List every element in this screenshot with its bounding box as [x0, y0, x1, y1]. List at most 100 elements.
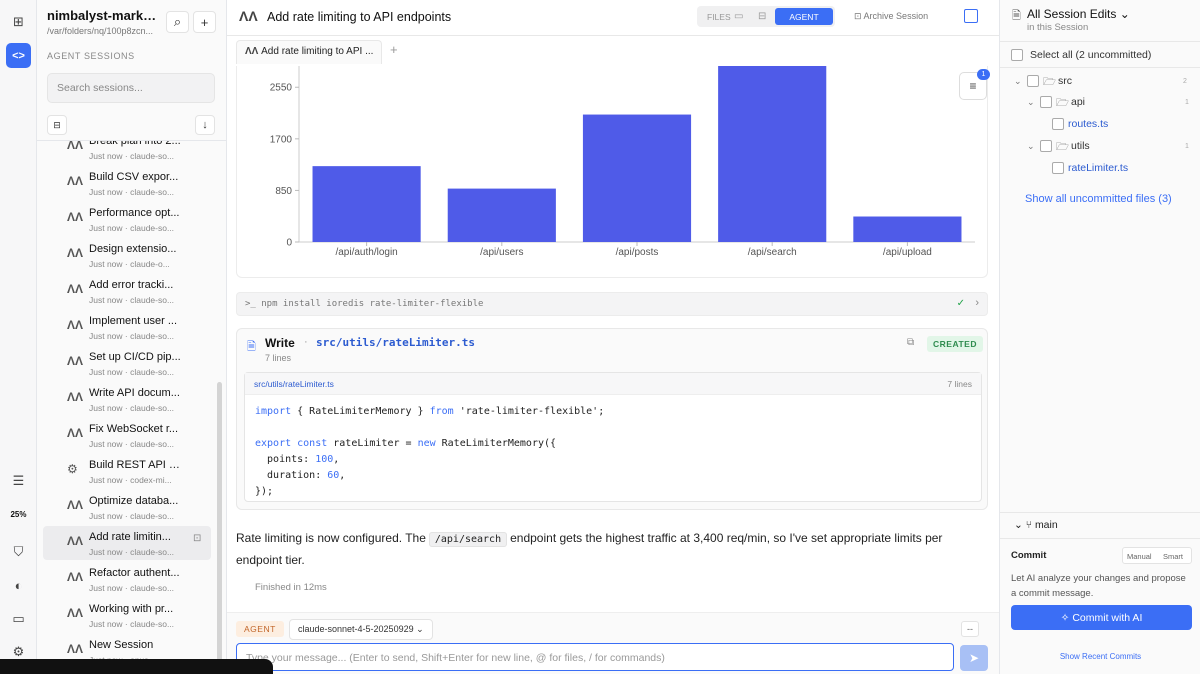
chevron-down-icon[interactable]: ⌄ — [1027, 97, 1035, 108]
session-meta: Just now · claude-so... — [89, 439, 175, 449]
mode-smart[interactable]: Smart — [1163, 552, 1183, 561]
show-all-files-link[interactable]: Show all uncommitted files (3) — [1025, 193, 1172, 205]
session-item[interactable]: ΛΛ Working with pr... Just now · claude-so… — [43, 598, 211, 632]
search-icon[interactable]: ⌕ — [166, 11, 189, 33]
tree-checkbox-ratelimiter[interactable] — [1052, 162, 1064, 174]
session-meta: Just now · claude-so... — [89, 151, 175, 161]
chart-list-button[interactable]: ≡ 1 — [959, 69, 990, 100]
bar[interactable] — [718, 35, 827, 242]
archive-icon: ⊡ — [854, 11, 864, 21]
workspace-title: nimbalyst-marketi... — [47, 8, 163, 23]
session-item[interactable]: ΛΛ Fix WebSocket r... Just now · claude-so… — [43, 418, 211, 452]
bar[interactable] — [312, 166, 421, 242]
claude-icon: ΛΛ — [67, 210, 84, 224]
session-item[interactable]: ΛΛ Refactor authent... Just now · claude-s… — [43, 562, 211, 596]
branch-toggle[interactable]: ⌄ ⑂ main — [1014, 519, 1058, 531]
select-all-checkbox[interactable] — [1011, 49, 1023, 61]
tree-item-src[interactable]: src — [1058, 75, 1072, 87]
feedback-icon[interactable]: ▭ — [6, 606, 31, 631]
commit-with-ai-button[interactable]: ✧ Commit with AI — [1011, 605, 1192, 630]
agent-logo-icon: ΛΛ — [245, 46, 262, 57]
tab-label: Add rate limiting to API ... — [261, 46, 374, 57]
chevron-right-icon[interactable]: › — [975, 297, 979, 309]
archive-session-button[interactable]: ⊡ Archive Session — [854, 11, 928, 22]
session-item[interactable]: ΛΛ Implement user ... Just now · claude-so… — [43, 310, 211, 344]
chevron-down-icon[interactable]: ⌄ — [1014, 76, 1022, 87]
tree-checkbox-api[interactable] — [1040, 96, 1052, 108]
tree-checkbox-routes[interactable] — [1052, 118, 1064, 130]
shield-icon[interactable]: ⛉ — [6, 539, 31, 564]
tree-item-utils[interactable]: utils — [1071, 140, 1090, 152]
sort-down-icon[interactable]: ↓ — [195, 115, 215, 135]
y-tick-label: 0 — [286, 238, 292, 249]
session-name: Build REST API t... — [89, 459, 181, 471]
tree-item-ratelimiter[interactable]: rateLimiter.ts — [1068, 162, 1128, 174]
tab-session[interactable]: ΛΛ Add rate limiting to API ... — [236, 40, 383, 64]
activity-rail: ⊞ <> ☰ 25% ⛉ ◐ ▭ ⚙ — [0, 0, 37, 674]
bar[interactable] — [582, 114, 692, 242]
commit-mode-toggle[interactable]: Manual Smart — [1122, 547, 1192, 564]
layout-bottom-icon[interactable]: ▭ — [730, 8, 747, 25]
mode-agent[interactable]: AGENT — [775, 8, 833, 25]
session-item[interactable]: ⚙ Build REST API t... Just now · codex-mi.… — [43, 454, 211, 488]
open-external-icon[interactable]: ⧉ — [907, 337, 914, 348]
session-item[interactable]: ΛΛ Add error tracki... Just now · claude-s… — [43, 274, 211, 308]
commit-button-label: Commit with AI — [1072, 611, 1143, 624]
usage-indicator[interactable]: 25% — [3, 510, 34, 519]
code-header-path: src/utils/rateLimiter.ts — [254, 379, 334, 389]
message-input[interactable]: Type your message... (Enter to send, Shi… — [236, 643, 954, 671]
show-recent-commits-link[interactable]: Show Recent Commits — [1000, 652, 1200, 661]
layout-split-icon[interactable]: ⊟ — [754, 8, 770, 25]
send-icon[interactable]: ➤ — [960, 645, 988, 671]
bar[interactable] — [447, 188, 556, 242]
mode-manual[interactable]: Manual — [1127, 552, 1152, 561]
edits-title[interactable]: All Session Edits ⌄ — [1027, 7, 1130, 21]
archive-icon[interactable]: ⊟ — [47, 115, 67, 135]
session-item[interactable]: ΛΛ Set up CI/CD pip... Just now · claude-s… — [43, 346, 211, 380]
list-edit-icon[interactable]: ☰ — [6, 468, 31, 493]
session-meta: Just now · claude-so... — [89, 223, 175, 233]
session-item[interactable]: ΛΛ Optimize databa... Just now · claude-so… — [43, 490, 211, 524]
archive-icon[interactable]: ⊡ — [193, 533, 201, 544]
command-row[interactable]: >_ npm install ioredis rate-limiter-flex… — [236, 292, 988, 316]
claude-icon: ΛΛ — [67, 642, 84, 656]
tree-checkbox-src[interactable] — [1027, 75, 1039, 87]
code-header-lines: 7 lines — [947, 379, 972, 389]
write-file-path[interactable]: src/utils/rateLimiter.ts — [316, 336, 475, 349]
toggle-panel-icon[interactable] — [964, 9, 978, 23]
claude-icon: ΛΛ — [67, 282, 84, 296]
tree-item-routes[interactable]: routes.ts — [1068, 118, 1108, 130]
claude-icon: ΛΛ — [67, 534, 84, 548]
x-tick-label: /api/auth/login — [335, 247, 397, 258]
chevron-down-icon[interactable]: ⌄ — [1027, 141, 1035, 152]
project-tree-icon[interactable]: ⊞ — [6, 9, 31, 34]
session-item[interactable]: ΛΛ Add rate limitin... Just now · claude-s… — [43, 526, 211, 560]
x-tick-label: /api/posts — [616, 247, 659, 258]
session-meta: Just now · claude-so... — [89, 367, 175, 377]
model-select[interactable]: claude-sonnet-4-5-20250929 ⌄ — [289, 619, 433, 640]
edits-title-text: All Session Edits — [1027, 7, 1117, 21]
separator-dot: · — [304, 336, 308, 348]
mode-badge[interactable]: AGENT — [236, 621, 284, 637]
tree-item-api[interactable]: api — [1071, 96, 1085, 108]
search-sessions-input[interactable]: Search sessions... — [47, 73, 215, 103]
session-item[interactable]: ΛΛ Design extensio... Just now · claude-o.… — [43, 238, 211, 272]
session-item[interactable]: ΛΛ Write API docum... Just now · claude-so… — [43, 382, 211, 416]
tree-checkbox-utils[interactable] — [1040, 140, 1052, 152]
claude-icon: ΛΛ — [67, 390, 84, 404]
chart-badge-count: 1 — [977, 69, 990, 80]
session-name: Fix WebSocket r... — [89, 423, 179, 435]
x-tick-label: /api/search — [748, 247, 797, 258]
message-text-before: Rate limiting is now configured. The — [236, 531, 426, 545]
session-item[interactable]: ΛΛ Performance opt... Just now · claude-so… — [43, 202, 211, 236]
new-session-plus-icon[interactable]: + — [193, 11, 216, 33]
session-item[interactable]: ΛΛ Build CSV expor... Just now · claude-so… — [43, 166, 211, 200]
palette-icon[interactable]: ◐ — [6, 573, 31, 598]
code-icon[interactable]: <> — [6, 43, 31, 68]
session-item[interactable]: ΛΛ Break plan into 2... Just now · claude-… — [43, 141, 211, 164]
scrollbar[interactable] — [217, 382, 222, 667]
claude-icon: ΛΛ — [67, 318, 84, 332]
more-options-button[interactable]: -- — [961, 621, 979, 637]
bar[interactable] — [853, 216, 962, 242]
new-tab-plus-icon[interactable]: + — [390, 42, 398, 57]
